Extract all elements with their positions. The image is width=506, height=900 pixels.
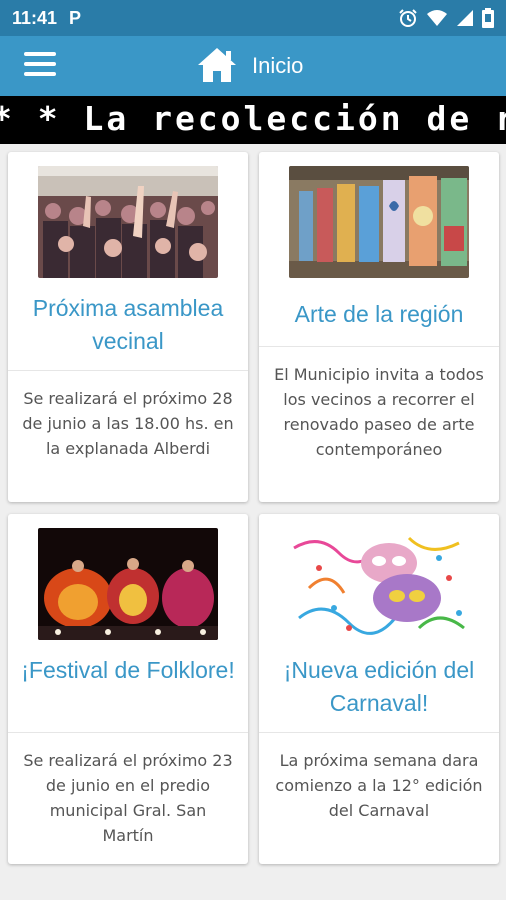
- status-bar: 11:41 P: [0, 0, 506, 36]
- divider: [8, 370, 248, 371]
- card-description: El Municipio invita a todos los vecinos …: [274, 365, 484, 459]
- notification-p-icon: P: [69, 7, 82, 28]
- divider: [259, 346, 499, 347]
- news-card-folklore[interactable]: ¡Festival de Folklore! Se realizará el p…: [8, 514, 248, 864]
- folklore-photo: [38, 528, 218, 640]
- card-title: Próxima asamblea vecinal: [32, 295, 224, 354]
- divider: [259, 732, 499, 733]
- card-description: Se realizará el próximo 23 de junio en e…: [23, 751, 233, 845]
- asamblea-photo: [38, 166, 218, 278]
- app-bar: Inicio: [0, 36, 506, 96]
- card-title: Arte de la región: [294, 301, 464, 327]
- divider: [8, 732, 248, 733]
- news-card-carnaval[interactable]: ¡Nueva edición del Carnaval! La próxima …: [259, 514, 499, 864]
- card-description: La próxima semana dara comienzo a la 12°…: [275, 751, 483, 820]
- news-card-asamblea[interactable]: Próxima asamblea vecinal Se realizará el…: [8, 152, 248, 502]
- menu-icon[interactable]: [24, 52, 60, 80]
- battery-icon: [482, 8, 494, 28]
- status-time: 11:41: [12, 7, 58, 28]
- page-title: Inicio: [252, 53, 304, 78]
- card-title: ¡Nueva edición del Carnaval!: [283, 657, 475, 716]
- news-card-arte[interactable]: Arte de la región El Municipio invita a …: [259, 152, 499, 502]
- signal-icon: [457, 10, 473, 26]
- ticker-text: * * La recolección de re: [0, 99, 506, 138]
- card-title: ¡Festival de Folklore!: [21, 657, 235, 683]
- alarm-icon: [399, 9, 417, 27]
- status-icons: [398, 8, 494, 28]
- wifi-icon: [427, 10, 447, 26]
- news-ticker: * * La recolección de re: [0, 96, 506, 144]
- home-icon[interactable]: [196, 46, 238, 84]
- carnaval-photo: [289, 528, 469, 640]
- arte-photo: [289, 166, 469, 278]
- card-description: Se realizará el próximo 28 de junio a la…: [22, 389, 234, 458]
